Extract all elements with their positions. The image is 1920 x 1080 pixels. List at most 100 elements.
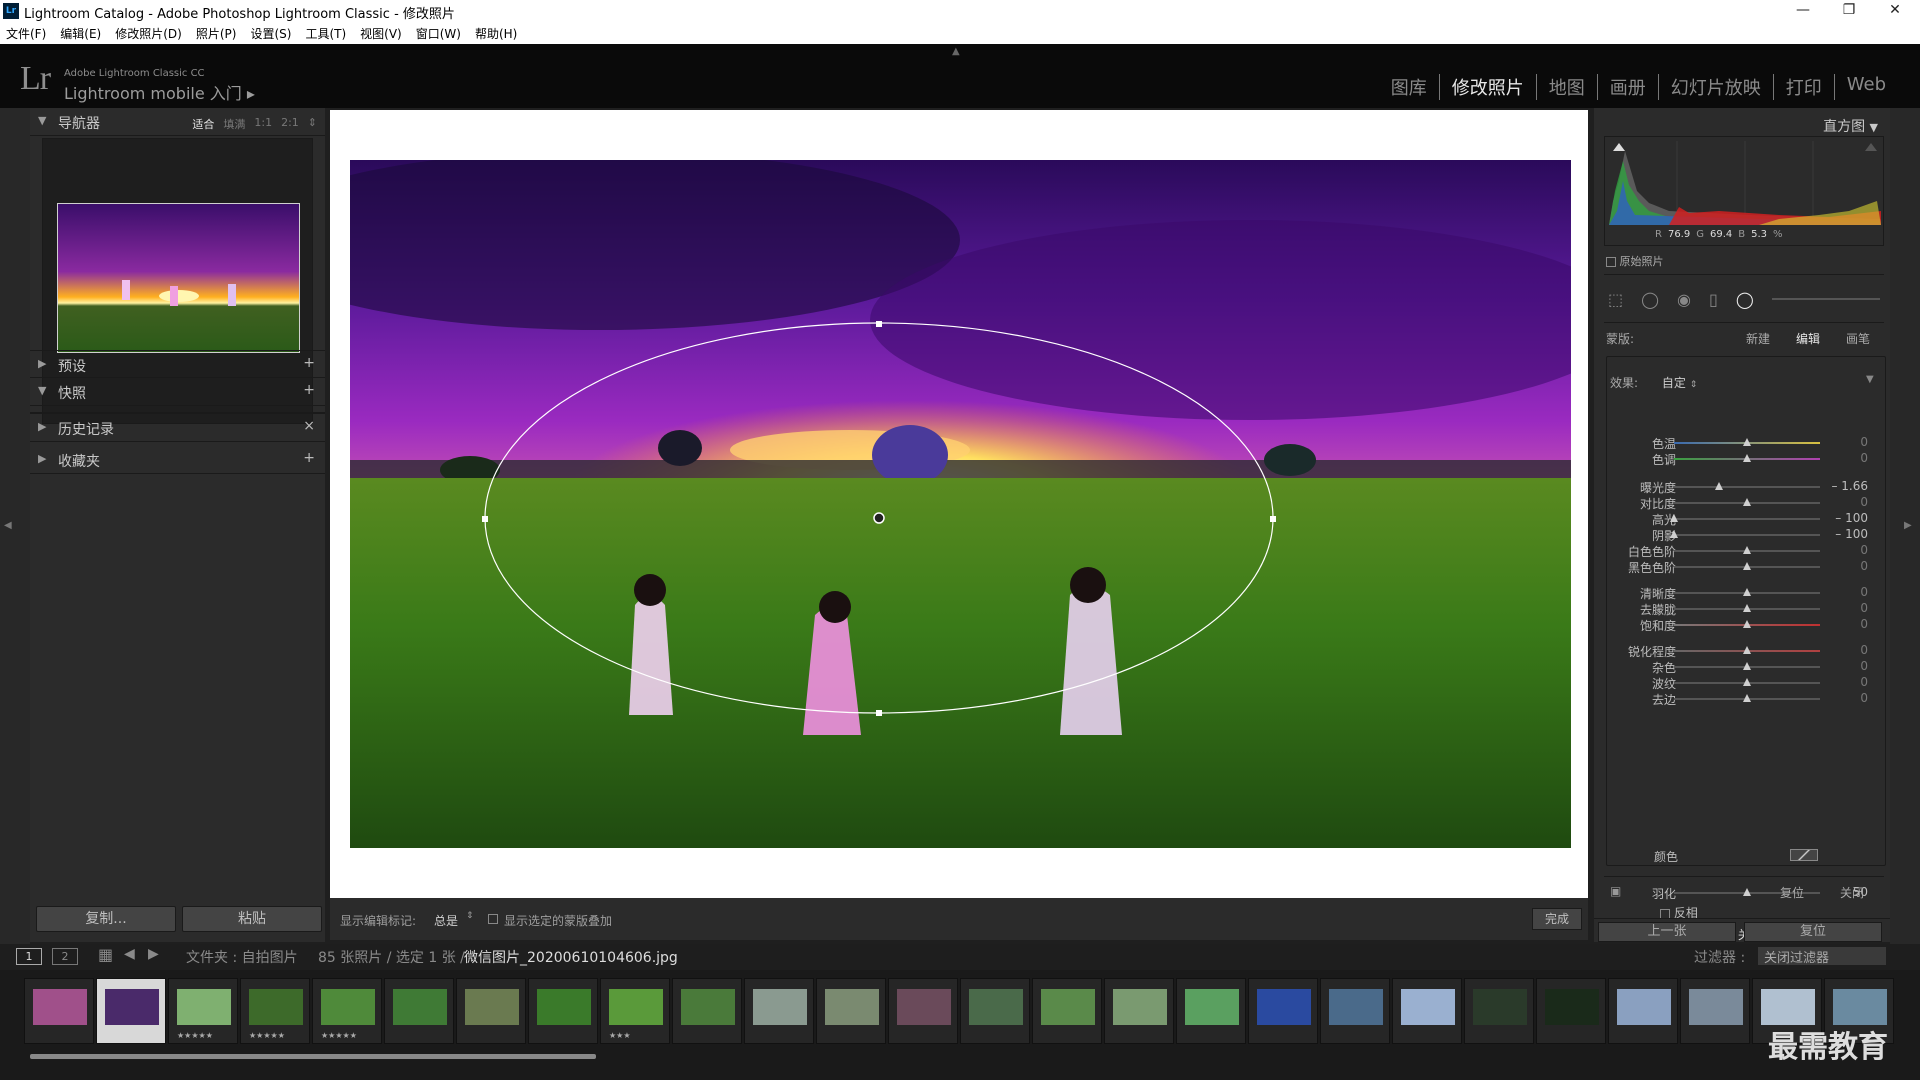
slider-knob[interactable] [1743, 562, 1751, 570]
invert-checkbox[interactable] [1660, 908, 1670, 919]
filmstrip-thumbnail[interactable] [1608, 978, 1678, 1044]
filmstrip-thumbnail[interactable] [1032, 978, 1102, 1044]
filmstrip-thumbnail[interactable] [456, 978, 526, 1044]
zoom-fit[interactable]: 适合 [192, 116, 214, 132]
slider-track[interactable] [1674, 486, 1820, 488]
slider-knob[interactable] [1743, 662, 1751, 670]
filmstrip-thumbnail[interactable] [1176, 978, 1246, 1044]
menu-settings[interactable]: 设置(S) [250, 25, 291, 42]
slider-value[interactable]: – 100 [1828, 527, 1868, 541]
color-swatch[interactable] [1790, 849, 1818, 861]
menu-window[interactable]: 窗口(W) [416, 25, 461, 42]
slider-knob[interactable] [1743, 694, 1751, 702]
paste-button[interactable]: 粘贴 [182, 906, 322, 932]
slider-knob[interactable] [1743, 454, 1751, 462]
slider-knob[interactable] [1743, 588, 1751, 596]
slider-track[interactable] [1674, 518, 1820, 520]
history-header[interactable]: ▶ 历史记录 × [30, 414, 325, 442]
copy-button[interactable]: 复制... [36, 906, 176, 932]
slider-knob[interactable] [1715, 482, 1724, 490]
collapse-right-icon[interactable]: ▶ [1904, 520, 1912, 531]
zoom-1-1[interactable]: 1:1 [254, 116, 272, 132]
slider-value[interactable]: 0 [1828, 617, 1868, 631]
zoom-fill[interactable]: 填满 [223, 116, 245, 132]
filmstrip-thumbnail[interactable] [384, 978, 454, 1044]
module-5[interactable]: 打印 [1772, 74, 1834, 100]
navigator-thumbnail[interactable] [57, 203, 300, 353]
add-collection-icon[interactable]: + [303, 450, 315, 466]
slider-knob[interactable] [1743, 678, 1751, 686]
slider-knob[interactable] [1743, 646, 1751, 654]
minimize-button[interactable]: — [1780, 0, 1826, 22]
maximize-button[interactable]: ❐ [1826, 0, 1872, 22]
snapshots-header[interactable]: ▼ 快照 + [30, 378, 325, 406]
slider-value[interactable]: 0 [1828, 675, 1868, 689]
grid-view-icon[interactable]: ▦ [98, 945, 113, 964]
menu-photo[interactable]: 照片(P) [196, 25, 237, 42]
slider-knob[interactable] [1670, 530, 1678, 538]
previous-button[interactable]: 上一张 [1598, 922, 1736, 942]
filmstrip-thumbnail[interactable]: ★★★★★ [312, 978, 382, 1044]
filmstrip-scrollbar[interactable] [30, 1054, 596, 1059]
slider-value[interactable]: 0 [1828, 659, 1868, 673]
done-button[interactable]: 完成 [1532, 908, 1582, 930]
slider-knob[interactable] [1743, 604, 1751, 612]
menu-view[interactable]: 视图(V) [360, 25, 402, 42]
monitor-1-button[interactable]: 1 [16, 948, 42, 965]
filmstrip-thumbnail[interactable]: ★★★★★ [240, 978, 310, 1044]
zoom-stepper-icon[interactable]: ⇕ [308, 116, 317, 132]
filmstrip-thumbnail[interactable] [1104, 978, 1174, 1044]
menu-develop[interactable]: 修改照片(D) [115, 25, 182, 42]
filmstrip-thumbnail[interactable] [960, 978, 1030, 1044]
filmstrip-thumbnail[interactable] [816, 978, 886, 1044]
zoom-2-1[interactable]: 2:1 [281, 116, 299, 132]
close-mask-button[interactable]: 关闭 [1840, 884, 1864, 901]
slider-value[interactable]: 0 [1828, 691, 1868, 705]
show-mask-checkbox[interactable] [488, 914, 498, 924]
navigator-header[interactable]: ▼ 导航器 适合 填满 1:1 2:1 ⇕ [30, 108, 325, 136]
reset-mask-button[interactable]: 复位 [1780, 884, 1804, 901]
module-2[interactable]: 地图 [1535, 74, 1597, 100]
slider-value[interactable]: 0 [1828, 451, 1868, 465]
slider-value[interactable]: – 100 [1828, 511, 1868, 525]
filmstrip-thumbnail[interactable] [24, 978, 94, 1044]
filmstrip-thumbnail[interactable] [1392, 978, 1462, 1044]
add-snapshot-icon[interactable]: + [303, 382, 315, 398]
filmstrip-thumbnail[interactable] [1536, 978, 1606, 1044]
add-preset-icon[interactable]: + [303, 355, 315, 371]
overlay-mode-select[interactable]: 总是 [434, 912, 458, 929]
slider-value[interactable]: – 1.66 [1828, 479, 1868, 493]
filmstrip-thumbnail[interactable]: ★★★★★ [168, 978, 238, 1044]
slider-knob[interactable] [1743, 546, 1751, 554]
back-arrow-icon[interactable]: ◀ [124, 946, 135, 962]
slider-value[interactable]: 0 [1828, 435, 1868, 449]
slider-knob[interactable] [1743, 620, 1751, 628]
mobile-link[interactable]: Lightroom mobile 入门 ▸ [64, 80, 255, 104]
collapse-left-icon[interactable]: ◀ [4, 520, 12, 531]
collections-header[interactable]: ▶ 收藏夹 + [30, 446, 325, 474]
module-6[interactable]: Web [1833, 74, 1898, 100]
folder-source[interactable]: 文件夹 : 自拍图片 [186, 947, 298, 967]
filmstrip-thumbnail[interactable] [96, 978, 166, 1044]
slider-value[interactable]: 0 [1828, 585, 1868, 599]
slider-track[interactable] [1674, 534, 1820, 536]
main-photo[interactable] [350, 160, 1571, 848]
slider-knob[interactable] [1743, 498, 1751, 506]
clear-history-icon[interactable]: × [303, 418, 315, 434]
module-4[interactable]: 幻灯片放映 [1657, 74, 1773, 100]
file-name[interactable]: 微信图片_20200610104606.jpg [464, 947, 678, 967]
collapse-top-icon[interactable]: ▲ [952, 46, 960, 57]
presets-header[interactable]: ▶ 预设 + [30, 350, 325, 378]
slider-value[interactable]: 0 [1828, 495, 1868, 509]
slider-value[interactable]: 0 [1828, 601, 1868, 615]
forward-arrow-icon[interactable]: ▶ [148, 946, 159, 962]
module-3[interactable]: 画册 [1596, 74, 1658, 100]
filmstrip-thumbnail[interactable] [744, 978, 814, 1044]
menu-help[interactable]: 帮助(H) [475, 25, 517, 42]
mask-tool-icon[interactable]: ▣ [1610, 884, 1621, 898]
slider-knob[interactable] [1743, 888, 1751, 896]
slider-value[interactable]: 0 [1828, 559, 1868, 573]
monitor-2-button[interactable]: 2 [52, 948, 78, 965]
close-window-button[interactable]: ✕ [1872, 0, 1918, 22]
menu-edit[interactable]: 编辑(E) [60, 25, 101, 42]
